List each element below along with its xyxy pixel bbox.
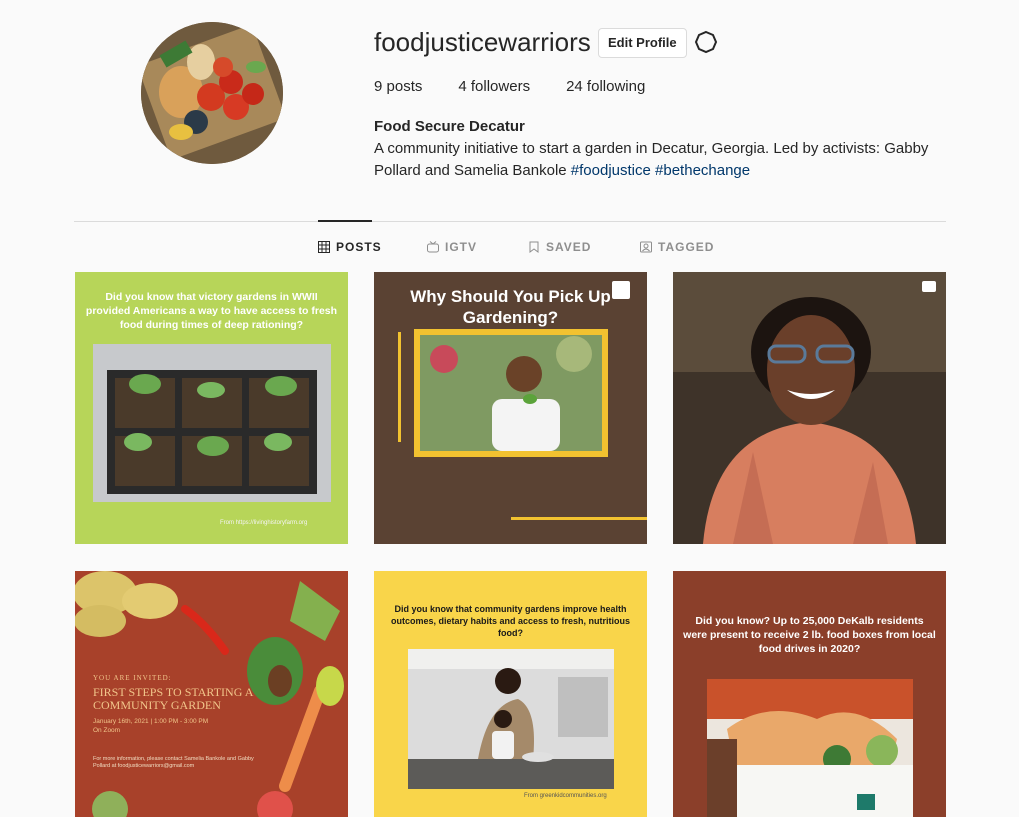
post-credit: From https://livinghistoryfarm.org: [220, 520, 308, 526]
decor-line: [398, 332, 401, 442]
stat-following[interactable]: 24 following: [566, 78, 645, 95]
post-caption: Did you know that victory gardens in WWI…: [85, 291, 338, 331]
tabs-divider: [74, 221, 946, 222]
profile-full-name: Food Secure Decatur: [374, 118, 525, 135]
bio-text: A community initiative to start a garden…: [374, 140, 929, 179]
profile-bio: A community initiative to start a garden…: [374, 138, 934, 182]
stat-followers[interactable]: 4 followers: [458, 78, 530, 95]
tab-posts[interactable]: POSTS: [318, 240, 382, 254]
profile-avatar[interactable]: [141, 22, 283, 164]
carousel-icon: [612, 281, 630, 299]
post-tile[interactable]: YOU ARE INVITED: FIRST STEPS TO STARTING…: [75, 571, 348, 817]
tab-label: TAGGED: [658, 240, 715, 254]
profile-username: foodjusticewarriors: [374, 27, 591, 57]
tab-label: SAVED: [546, 240, 592, 254]
hashtag-link[interactable]: #bethechange: [655, 162, 750, 179]
post-caption: Did you know that community gardens impr…: [390, 604, 631, 638]
invite-date: January 16th, 2021 | 1:00 PM - 3:00 PM: [93, 718, 209, 725]
invite-info: For more information, please contact Sam…: [93, 756, 254, 769]
post-tile[interactable]: Did you know? Up to 25,000 DeKalb reside…: [673, 571, 946, 817]
tag-person-icon: [640, 241, 652, 253]
post-tile[interactable]: Did you know that community gardens impr…: [374, 571, 647, 817]
vegetable-basket-image: [141, 22, 283, 164]
decor-line: [511, 517, 647, 520]
post-caption: Why Should You Pick Up Gardening?: [410, 287, 611, 327]
bookmark-icon: [529, 241, 539, 253]
tab-label: IGTV: [445, 240, 478, 254]
edit-profile-button[interactable]: Edit Profile: [598, 28, 687, 58]
tab-saved[interactable]: SAVED: [528, 240, 591, 254]
profile-tabs: POSTS IGTV SAVED TAGGED: [0, 240, 1019, 256]
post-tile[interactable]: Why Should You Pick Up Gardening?: [374, 272, 647, 544]
tab-tagged[interactable]: TAGGED: [640, 240, 714, 254]
invite-location: On Zoom: [93, 727, 121, 734]
tab-label: POSTS: [336, 240, 382, 254]
child-gardening-image: [414, 329, 608, 457]
post-caption: FIRST STEPS TO STARTING A COMMUNITY GARD…: [93, 685, 253, 712]
stat-posts: 9 posts: [374, 78, 423, 95]
tab-igtv[interactable]: IGTV: [427, 240, 477, 254]
mother-child-cooking-image: [408, 649, 614, 789]
gear-icon[interactable]: [693, 29, 719, 55]
hashtag-link[interactable]: #foodjustice: [571, 162, 651, 179]
post-tile[interactable]: [673, 272, 946, 544]
food-box-image: [707, 679, 913, 817]
invite-pretitle: YOU ARE INVITED:: [93, 674, 172, 682]
grid-icon: [318, 241, 330, 253]
video-camera-icon: [922, 281, 936, 292]
post-caption: Did you know? Up to 25,000 DeKalb reside…: [683, 615, 936, 655]
video-person-image: [673, 272, 946, 544]
seedling-tray-image: [93, 344, 331, 502]
tv-icon: [427, 241, 439, 253]
post-credit: From greenkidcommunities.org: [524, 793, 607, 799]
active-tab-indicator: [318, 220, 372, 222]
post-tile[interactable]: Did you know that victory gardens in WWI…: [75, 272, 348, 544]
profile-stats: 9 posts 4 followers 24 following: [374, 78, 645, 95]
